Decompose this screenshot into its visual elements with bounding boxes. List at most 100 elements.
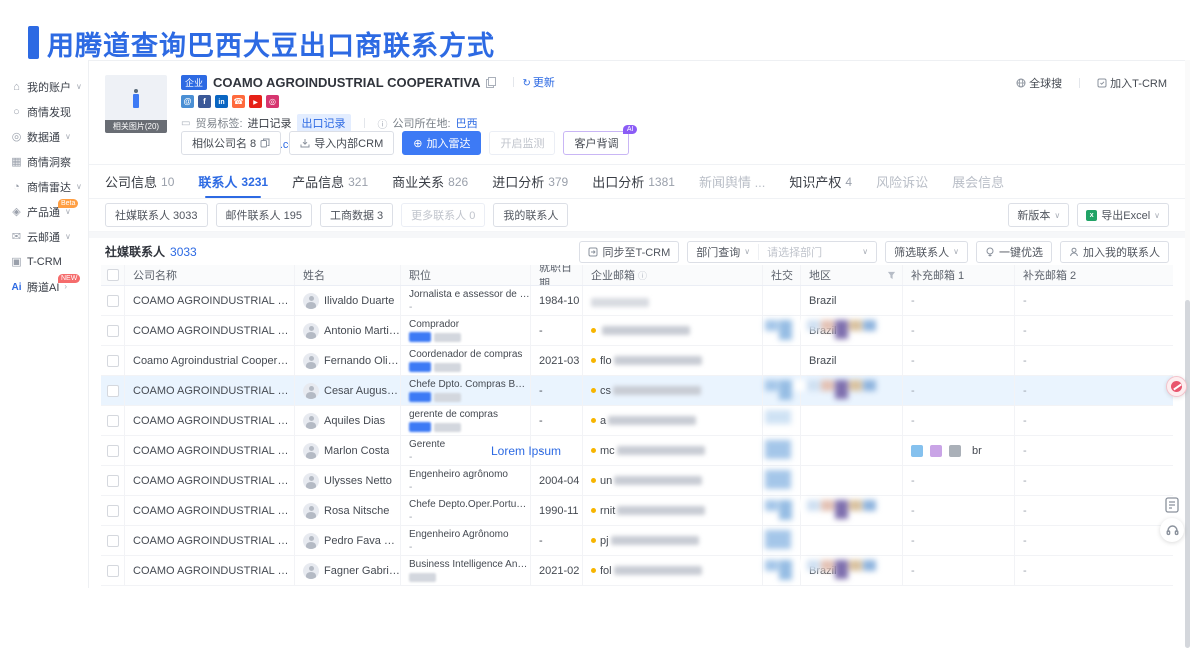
row-company[interactable]: COAMO AGROINDUSTRIAL COOPERAT... [133, 325, 294, 337]
monitor-button[interactable]: 开启监测 [489, 131, 555, 155]
row-checkbox[interactable] [107, 295, 119, 307]
extra-email-2: - [1015, 286, 1173, 315]
job-title: Coordenador de compras [409, 349, 530, 361]
sidebar-item-icon [9, 205, 24, 218]
info-icon[interactable]: ⓘ [638, 269, 647, 282]
sidebar-item[interactable]: 产品通 Beta ∨ [0, 199, 88, 224]
row-checkbox[interactable] [107, 505, 119, 517]
add-radar-button[interactable]: ⊕ 加入雷达 [402, 131, 481, 155]
row-checkbox[interactable] [107, 565, 119, 577]
social-icon[interactable] [232, 95, 245, 108]
tab[interactable]: 知识产权 4 [789, 165, 852, 198]
row-company[interactable]: COAMO AGROINDUSTRIAL COOPERAT... [133, 295, 294, 307]
floating-form-icon[interactable] [1163, 496, 1181, 514]
contact-name[interactable]: Pedro Fava Junior [324, 535, 400, 547]
sidebar-item[interactable]: 商情发现 [0, 99, 88, 124]
tab[interactable]: 展会信息 [952, 165, 1004, 198]
row-company[interactable]: Coamo Agroindustrial Cooperativa [133, 355, 294, 367]
similar-company-button[interactable]: 相似公司名 8 [181, 131, 281, 155]
row-checkbox[interactable] [107, 445, 119, 457]
contact-name[interactable]: Fagner Gabriel Custodio de ... [324, 565, 400, 577]
contact-type-chip[interactable]: 社媒联系人 3033 [105, 203, 208, 227]
row-checkbox[interactable] [107, 325, 119, 337]
sync-tcrm-button[interactable]: 同步至T-CRM [579, 241, 679, 263]
add-tcrm-button[interactable]: 加入T-CRM [1097, 75, 1167, 91]
col-region: 地区 [801, 265, 903, 285]
row-company[interactable]: COAMO AGROINDUSTRIAL COOPERAT... [133, 565, 294, 577]
contact-name[interactable]: Cesar Augusto Silva [324, 385, 400, 397]
one-click-optimize-button[interactable]: 一键优选 [976, 241, 1052, 263]
sidebar-item[interactable]: 商情雷达 ∨ [0, 174, 88, 199]
contact-type-chip[interactable]: 我的联系人 [493, 203, 568, 227]
tab[interactable]: 新闻舆情 ... [699, 165, 765, 198]
floating-support-button[interactable] [1160, 518, 1184, 542]
email-prefix: a [600, 415, 606, 427]
row-checkbox[interactable] [107, 535, 119, 547]
background-check-button[interactable]: 客户背调 AI [563, 131, 629, 155]
copy-icon[interactable] [486, 77, 495, 87]
import-crm-button[interactable]: 导入内部CRM [289, 131, 394, 155]
sidebar-item[interactable]: 我的账户 ∨ [0, 74, 88, 99]
sidebar-item-label: 腾道AI [27, 279, 59, 295]
social-icon[interactable] [198, 95, 211, 108]
job-title: Comprador [409, 319, 530, 331]
department-query-button[interactable]: 部门查询∨ [688, 244, 758, 260]
divider [1079, 78, 1080, 88]
sidebar-item[interactable]: 云邮通 ∨ [0, 224, 88, 249]
floating-feedback-button[interactable] [1166, 376, 1187, 397]
contact-name[interactable]: Ulysses Netto [324, 475, 392, 487]
chevron-down-icon: ∨ [862, 247, 868, 256]
row-checkbox[interactable] [107, 415, 119, 427]
global-search-button[interactable]: 全球搜 [1016, 75, 1062, 91]
social-icon[interactable] [215, 95, 228, 108]
tab[interactable]: 风险诉讼 [876, 165, 928, 198]
contact-name[interactable]: Marlon Costa [324, 445, 389, 457]
contact-name[interactable]: Antonio Martins [324, 325, 400, 337]
tab-count: 1381 [648, 175, 675, 189]
filter-funnel-icon[interactable] [887, 271, 896, 280]
tab[interactable]: 出口分析 1381 [592, 165, 675, 198]
row-company[interactable]: COAMO AGROINDUSTRIAL COOPERAT... [133, 505, 294, 517]
social-icon[interactable] [249, 95, 262, 108]
contact-name[interactable]: Ilivaldo Duarte [324, 295, 394, 307]
contact-type-chip[interactable]: 工商数据 3 [320, 203, 393, 227]
company-photo[interactable]: 相关图片(20) [105, 75, 167, 133]
add-my-contacts-button[interactable]: 加入我的联系人 [1060, 241, 1169, 263]
tab[interactable]: 进口分析 379 [492, 165, 568, 198]
refresh-button[interactable]: ↻更新 [522, 74, 554, 90]
row-checkbox[interactable] [107, 475, 119, 487]
contact-type-chip[interactable]: 邮件联系人 195 [216, 203, 312, 227]
social-icon[interactable] [181, 95, 194, 108]
tab[interactable]: 联系人 3231 [198, 165, 268, 198]
contact-name[interactable]: Rosa Nitsche [324, 505, 389, 517]
sidebar-item[interactable]: 商情洞察 [0, 149, 88, 174]
import-record-tag[interactable]: 进口记录 [248, 115, 292, 131]
tab[interactable]: 公司信息 10 [105, 165, 174, 198]
row-checkbox[interactable] [107, 355, 119, 367]
sidebar-item[interactable]: T-CRM [0, 249, 88, 274]
row-company[interactable]: COAMO AGROINDUSTRIAL COOPERAT... [133, 385, 294, 397]
version-select[interactable]: 新版本∨ [1008, 203, 1069, 227]
chevron-icon: ∨ [76, 82, 82, 91]
row-company[interactable]: COAMO AGROINDUSTRIAL COOPERAT... [133, 475, 294, 487]
export-record-tag[interactable]: 出口记录 [297, 114, 351, 132]
sidebar-item[interactable]: 数据通 ∨ [0, 124, 88, 149]
scrollbar-thumb[interactable] [1185, 300, 1190, 648]
contact-name[interactable]: Fernando Oliveira [324, 355, 400, 367]
row-company[interactable]: COAMO AGROINDUSTRIAL COOPERAT... [133, 445, 294, 457]
sidebar-item[interactable]: 腾道AI NEW › [0, 274, 88, 299]
tab[interactable]: 商业关系 826 [392, 165, 468, 198]
department-select[interactable]: 请选择部门∨ [758, 244, 876, 260]
filter-contacts-button[interactable]: 筛选联系人∨ [885, 241, 968, 263]
employment-date: 2021-03 [531, 346, 583, 375]
row-company[interactable]: COAMO AGROINDUSTRIAL COOPERAT... [133, 415, 294, 427]
tab[interactable]: 产品信息 321 [292, 165, 368, 198]
social-icon[interactable] [266, 95, 279, 108]
row-company[interactable]: COAMO AGROINDUSTRIAL COOPERAT... [133, 535, 294, 547]
contact-name[interactable]: Aquiles Dias [324, 415, 385, 427]
export-excel-button[interactable]: 导出Excel∨ [1077, 203, 1169, 227]
contact-type-chip[interactable]: 更多联系人 0 [401, 203, 485, 227]
row-checkbox[interactable] [107, 385, 119, 397]
employment-date: 2004-04 [531, 466, 583, 495]
select-all-checkbox[interactable] [107, 269, 119, 281]
